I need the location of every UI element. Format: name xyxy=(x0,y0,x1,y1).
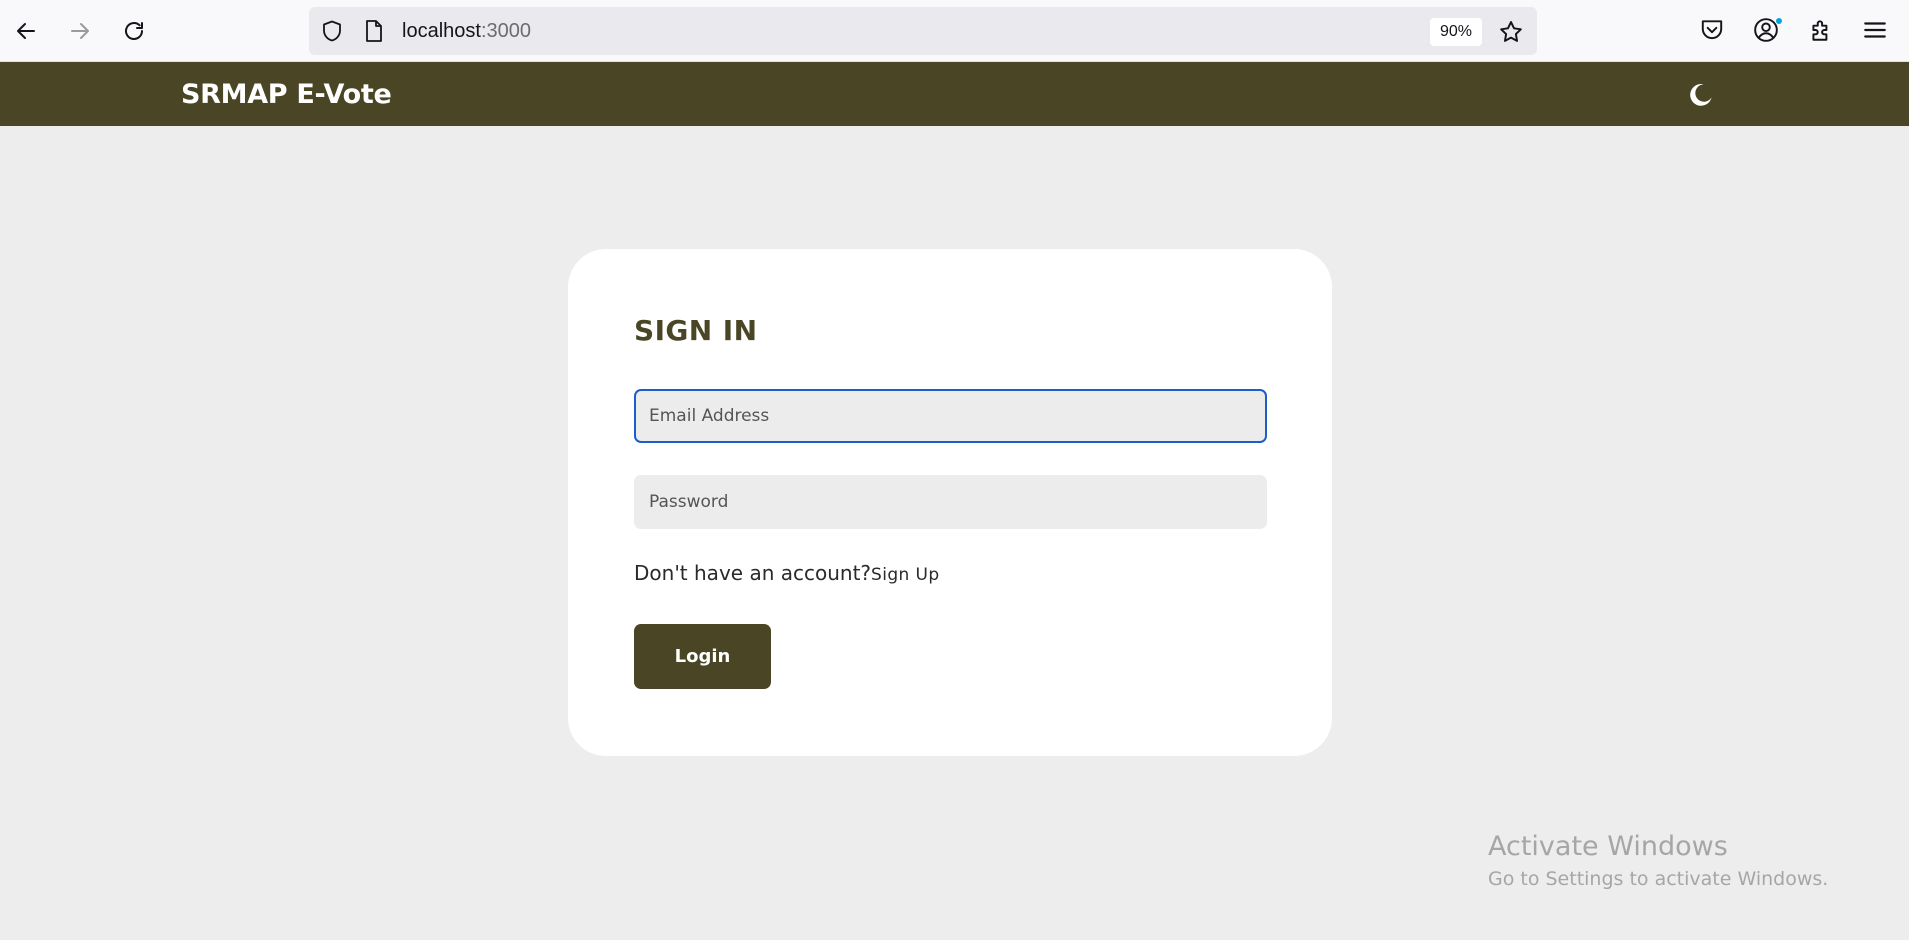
shield-icon[interactable] xyxy=(320,19,344,43)
brand-title[interactable]: SRMAP E-Vote xyxy=(181,80,392,110)
bookmark-star-icon[interactable] xyxy=(1498,19,1524,45)
extensions-icon[interactable] xyxy=(1808,17,1834,43)
forward-arrow-icon xyxy=(71,23,89,39)
watermark-subtitle: Go to Settings to activate Windows. xyxy=(1488,868,1829,890)
email-input[interactable] xyxy=(634,389,1267,443)
pocket-icon[interactable] xyxy=(1699,17,1725,43)
back-arrow-icon xyxy=(17,23,35,39)
activate-windows-watermark: Activate Windows Go to Settings to activ… xyxy=(1488,830,1828,893)
signup-prompt: Don't have an account?Sign Up xyxy=(634,560,940,586)
theme-toggle-button[interactable] xyxy=(1686,80,1716,110)
url-port: :3000 xyxy=(480,20,531,42)
back-button[interactable] xyxy=(12,13,40,49)
browser-toolbar: localhost:3000 90% xyxy=(0,0,1909,62)
watermark-title: Activate Windows xyxy=(1488,831,1728,862)
app-header: SRMAP E-Vote xyxy=(0,62,1909,126)
moon-icon xyxy=(1690,84,1712,106)
url-host: localhost xyxy=(402,20,481,42)
address-bar[interactable]: localhost:3000 90% xyxy=(309,7,1537,55)
reload-button[interactable] xyxy=(120,13,148,49)
signin-title: SIGN IN xyxy=(634,314,758,347)
reload-icon xyxy=(125,22,143,40)
signin-card: SIGN IN Don't have an account?Sign Up Lo… xyxy=(568,249,1332,756)
notification-dot xyxy=(1775,17,1783,25)
password-input[interactable] xyxy=(634,475,1267,529)
signup-link[interactable]: Sign Up xyxy=(871,565,940,585)
forward-button[interactable] xyxy=(66,13,94,49)
zoom-level-badge[interactable]: 90% xyxy=(1430,18,1482,46)
no-account-text: Don't have an account? xyxy=(634,561,872,585)
login-button[interactable]: Login xyxy=(634,624,771,689)
menu-icon[interactable] xyxy=(1862,17,1888,43)
url-text[interactable]: localhost:3000 xyxy=(402,19,531,43)
page-icon[interactable] xyxy=(363,19,385,43)
